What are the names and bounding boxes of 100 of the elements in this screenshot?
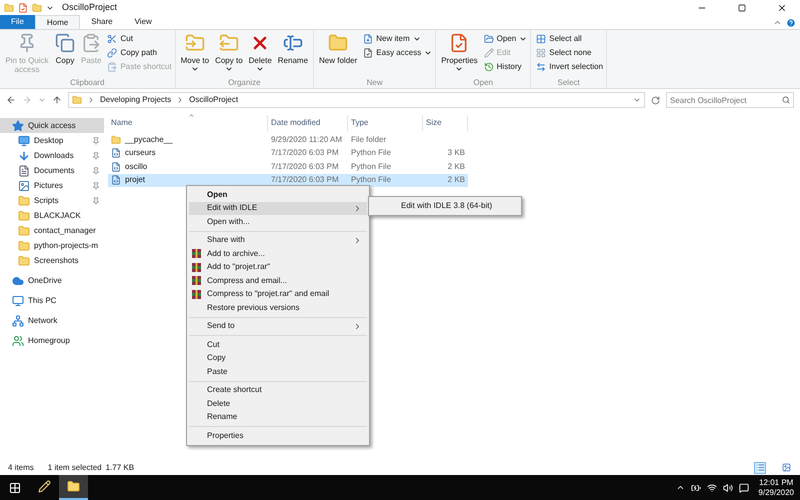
ribbon-button[interactable]: Cut [107,33,172,45]
wifi-icon[interactable] [707,482,718,492]
network-icon [12,314,24,326]
nav-item[interactable]: Network [0,313,104,328]
menu-item[interactable]: Edit with IDLE [189,202,367,215]
column-header[interactable]: Size [423,115,468,131]
file-tab[interactable]: File [0,15,35,29]
ribbon-button[interactable]: History [484,61,528,73]
tray-overflow-icon[interactable] [676,483,686,492]
collapse-ribbon-icon[interactable] [773,18,782,27]
group-label: New [366,77,384,88]
nav-item[interactable]: Pictures [0,178,104,193]
ribbon-button[interactable]: New folder [317,33,360,77]
new-file-icon [363,34,374,44]
caret-icon [256,65,264,73]
nav-item[interactable]: contact_manager [0,223,104,238]
nav-item[interactable]: Documents [0,163,104,178]
file-row[interactable]: __pycache__ 9/29/2020 11:20 AM File folder [108,133,468,146]
dropdown-icon[interactable] [633,96,641,104]
breadcrumb[interactable]: OscilloProject [189,94,238,106]
clock[interactable]: 12:01 PM 9/29/2020 [752,478,800,498]
ribbon-tab[interactable]: Share [80,15,124,29]
menu-item[interactable]: Edit with IDLE 3.8 (64-bit) [369,199,521,213]
volume-icon[interactable] [723,482,734,492]
scissors-icon [107,34,118,44]
up-icon[interactable] [52,95,62,105]
menu-item[interactable]: Open with... [189,215,367,228]
address-field[interactable]: Developing Projects OscilloProject [68,92,645,108]
archive-icon [192,249,201,258]
menu-item[interactable]: Rename [189,410,367,424]
nav-item[interactable]: python-projects-m [0,238,104,253]
refresh-icon[interactable] [651,96,660,104]
file-date: 7/17/2020 6:03 PM [270,174,340,186]
folder-icon [18,210,30,222]
nav-item[interactable]: OneDrive [0,273,104,288]
tiles-view-button[interactable] [780,462,792,474]
nav-item[interactable]: Quick access [0,118,104,133]
window-title: OscilloProject [62,0,118,14]
ribbon-button[interactable]: Select all [536,33,604,45]
nav-item[interactable]: Homegroup [0,333,104,348]
group-label: Select [556,77,581,88]
ribbon-button[interactable]: Move to [178,33,212,77]
ribbon-button[interactable]: Delete [246,33,274,77]
nav-item[interactable]: Screenshots [0,253,104,268]
menu-item[interactable]: Paste [189,365,367,378]
breadcrumb-separator-icon [87,96,95,104]
ribbon-button[interactable]: Copy to [213,33,245,77]
menu-item[interactable]: Add to "projet.rar" [189,260,367,274]
nav-item[interactable]: Downloads [0,148,104,163]
battery-icon[interactable] [691,482,702,492]
edit-icon [484,48,494,58]
ribbon-tab[interactable]: View [124,15,163,29]
menu-item[interactable]: Delete [189,397,367,410]
menu-item[interactable]: Compress and email... [189,274,367,288]
help-icon[interactable] [786,18,796,28]
ribbon-button[interactable]: Copy path [107,47,172,59]
menu-item[interactable]: Create shortcut [189,384,367,397]
ribbon-button[interactable]: Properties [439,33,480,77]
column-header[interactable]: Type [348,115,423,131]
file-row[interactable]: oscillo 7/17/2020 6:03 PM Python File 2 KB [108,160,468,174]
folder-arrow-icon [218,33,239,53]
nav-item[interactable]: Scripts [0,193,104,208]
folder-icon [18,240,30,252]
breadcrumb[interactable]: Developing Projects [100,94,172,106]
monitor-icon [18,134,30,146]
recent-icon[interactable] [38,96,46,104]
ribbon-button[interactable]: Select none [536,47,604,59]
menu-item[interactable]: Compress to "projet.rar" and email [189,288,367,301]
menu-item[interactable]: Add to archive... [189,247,367,260]
menu-item[interactable]: Copy [189,352,367,365]
ribbon-button[interactable]: Easy access [363,47,432,59]
notification-icon[interactable] [739,482,750,492]
explorer-app-button[interactable] [59,475,88,500]
properties-icon[interactable] [18,2,28,12]
nav-item[interactable]: This PC [0,293,104,308]
menu-item[interactable]: Properties [189,429,367,442]
caret-icon [519,35,528,43]
menu-item[interactable]: Send to [189,320,367,333]
back-icon[interactable] [6,95,16,105]
folder-icon [111,134,121,145]
menu-item[interactable]: Cut [189,338,367,352]
group-label: Open [472,77,494,88]
image-icon [18,180,30,192]
invert-icon [536,62,546,72]
column-header[interactable]: Name [108,115,268,131]
details-view-button[interactable] [754,462,766,474]
menu-item[interactable]: Share with [189,234,367,247]
file-row[interactable]: curseurs 7/17/2020 6:03 PM Python File 3 KB [108,146,468,160]
column-header[interactable]: Date modified [268,115,348,131]
ribbon-button[interactable]: New item [363,33,432,45]
menu-item[interactable]: Restore previous versions [189,301,367,314]
ribbon-button[interactable]: Copy [53,33,77,77]
ribbon-button[interactable]: Open [484,33,528,45]
ribbon-button[interactable]: Rename [276,33,310,77]
nav-item[interactable]: Desktop [0,133,104,148]
nav-item[interactable]: BLACKJACK [0,208,104,223]
file-row[interactable]: projet 7/17/2020 6:03 PM Python File 2 KB [108,174,468,187]
menu-item[interactable]: Open [189,188,367,202]
ribbon-button[interactable]: Invert selection [536,61,604,73]
ribbon-tab[interactable]: Home [34,15,80,29]
